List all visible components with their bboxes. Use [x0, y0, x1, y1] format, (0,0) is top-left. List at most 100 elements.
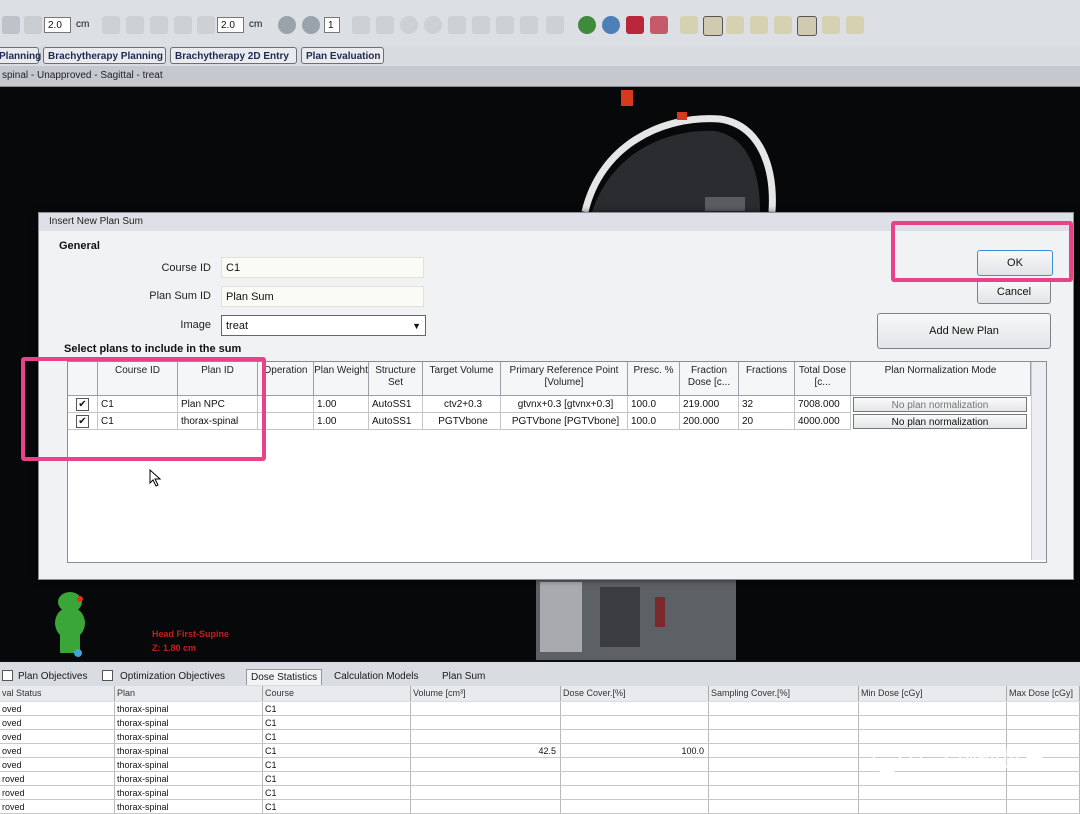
tab-dose-statistics[interactable]: Dose Statistics	[246, 669, 323, 685]
table-cell: C1	[263, 702, 411, 716]
optimization-objectives-checkbox[interactable]	[102, 670, 113, 681]
table-cell: C1	[263, 716, 411, 730]
add-new-plan-button[interactable]: Add New Plan	[877, 313, 1051, 349]
globe-icon[interactable]	[278, 16, 296, 34]
table-cell	[1007, 786, 1080, 800]
counter-field[interactable]: 1	[324, 17, 340, 33]
image-status-text: spinal - Unapproved - Sagittal - treat	[2, 70, 163, 81]
red-cube-icon[interactable]	[626, 16, 644, 34]
col-fractions[interactable]: Fractions	[739, 362, 795, 396]
pointer-icon[interactable]	[448, 16, 466, 34]
chart-icon-5[interactable]	[774, 16, 792, 34]
main-toolbar: 2.0 cm 2.0 cm 1	[0, 0, 1080, 47]
probe-icon[interactable]	[197, 16, 215, 34]
clock-icon[interactable]	[424, 16, 442, 34]
cut-icon[interactable]	[520, 16, 538, 34]
col-course[interactable]: Course	[263, 686, 411, 701]
col-normalization-mode[interactable]: Plan Normalization Mode	[851, 362, 1031, 396]
rotate-icon[interactable]	[126, 16, 144, 34]
cell-structure-set: AutoSS1	[369, 396, 423, 413]
col-presc[interactable]: Presc. %	[628, 362, 680, 396]
col-min-dose[interactable]: Min Dose [cGy]	[859, 686, 1007, 701]
col-operation[interactable]: Operation	[258, 362, 314, 396]
col-plan-weight[interactable]: Plan Weight	[314, 362, 369, 396]
image-select[interactable]: treat ▼	[221, 315, 426, 336]
cell-weight[interactable]: 1.00	[314, 396, 369, 413]
chart-icon-2[interactable]	[703, 16, 723, 36]
arrows-icon[interactable]	[376, 16, 394, 34]
chevron-down-icon: ▼	[412, 321, 421, 331]
watermark-text: 医学物理世界	[908, 747, 1046, 773]
chart-icon-7[interactable]	[822, 16, 840, 34]
cell-weight[interactable]: 1.00	[314, 413, 369, 430]
crosshair-icon[interactable]	[352, 16, 370, 34]
normalization-button[interactable]: No plan normalization	[853, 414, 1027, 429]
cell-operation[interactable]	[258, 396, 314, 413]
cell-operation[interactable]	[258, 413, 314, 430]
tab-plan-objectives[interactable]: Plan Objectives	[14, 669, 91, 684]
col-status[interactable]: val Status	[0, 686, 115, 701]
select-icon[interactable]	[472, 16, 490, 34]
col-plan[interactable]: Plan	[115, 686, 263, 701]
cancel-button[interactable]: Cancel	[977, 280, 1051, 304]
move-icon[interactable]	[102, 16, 120, 34]
table-cell: thorax-spinal	[115, 730, 263, 744]
col-dose-cover[interactable]: Dose Cover.[%]	[561, 686, 709, 701]
cell-target: PGTVbone	[423, 413, 501, 430]
tab-plan-sum[interactable]: Plan Sum	[438, 669, 489, 684]
measure-icon[interactable]	[174, 16, 192, 34]
grid-icon[interactable]	[24, 16, 42, 34]
table-cell: thorax-spinal	[115, 758, 263, 772]
circle-icon[interactable]	[400, 16, 418, 34]
zoom-field-1[interactable]: 2.0	[44, 17, 71, 33]
col-volume[interactable]: Volume [cm³]	[411, 686, 561, 701]
table-cell	[859, 772, 1007, 786]
table-cell: C1	[263, 800, 411, 814]
col-fraction-dose[interactable]: Fraction Dose [c...	[680, 362, 739, 396]
grid-scrollbar[interactable]	[1031, 362, 1046, 560]
col-total-dose[interactable]: Total Dose [c...	[795, 362, 851, 396]
plan-sum-id-field[interactable]: Plan Sum	[221, 286, 424, 307]
bottom-panel: Plan Objectives Optimization Objectives …	[0, 662, 1080, 814]
tab-brachytherapy-2d-entry[interactable]: Brachytherapy 2D Entry	[170, 47, 297, 64]
table-row: oved	[0, 758, 115, 772]
zoom-field-2[interactable]: 2.0	[217, 17, 244, 33]
cell-fractions: 32	[739, 396, 795, 413]
target-icon[interactable]	[650, 16, 668, 34]
table-cell: C1	[263, 758, 411, 772]
table-cell	[411, 730, 561, 744]
green-globe-icon[interactable]	[578, 16, 596, 34]
col-sampling-cover[interactable]: Sampling Cover.[%]	[709, 686, 859, 701]
tab-calculation-models[interactable]: Calculation Models	[330, 669, 423, 684]
tab-brachytherapy-planning[interactable]: Brachytherapy Planning	[43, 47, 166, 64]
edit-icon[interactable]	[496, 16, 514, 34]
tab-plan-evaluation[interactable]: Plan Evaluation	[301, 47, 384, 64]
view-icon[interactable]	[302, 16, 320, 34]
chart-icon-8[interactable]	[846, 16, 864, 34]
table-row: oved	[0, 744, 115, 758]
plan-objectives-checkbox[interactable]	[2, 670, 13, 681]
chart-icon-4[interactable]	[750, 16, 768, 34]
pan-icon[interactable]	[150, 16, 168, 34]
chart-icon-6[interactable]	[797, 16, 817, 36]
chart-icon-3[interactable]	[726, 16, 744, 34]
chart-icon-1[interactable]	[680, 16, 698, 34]
table-row: oved	[0, 716, 115, 730]
search-icon[interactable]	[546, 16, 564, 34]
course-id-field[interactable]: C1	[221, 257, 424, 278]
section-general: General	[59, 240, 100, 252]
table-cell	[709, 716, 859, 730]
table-cell	[709, 786, 859, 800]
ok-highlight-box	[891, 221, 1073, 282]
col-primary-reference[interactable]: Primary Reference Point [Volume]	[501, 362, 628, 396]
blue-sphere-icon[interactable]	[602, 16, 620, 34]
col-structure-set[interactable]: Structure Set	[369, 362, 423, 396]
tab-planning[interactable]: Planning	[0, 47, 41, 64]
col-max-dose[interactable]: Max Dose [cGy]	[1007, 686, 1080, 701]
normalization-button[interactable]: No plan normalization	[853, 397, 1027, 412]
tab-optimization-objectives[interactable]: Optimization Objectives	[116, 669, 229, 684]
layout-icon[interactable]	[2, 16, 20, 34]
col-target-volume[interactable]: Target Volume	[423, 362, 501, 396]
table-cell	[1007, 772, 1080, 786]
zoom-unit-2: cm	[249, 19, 263, 30]
